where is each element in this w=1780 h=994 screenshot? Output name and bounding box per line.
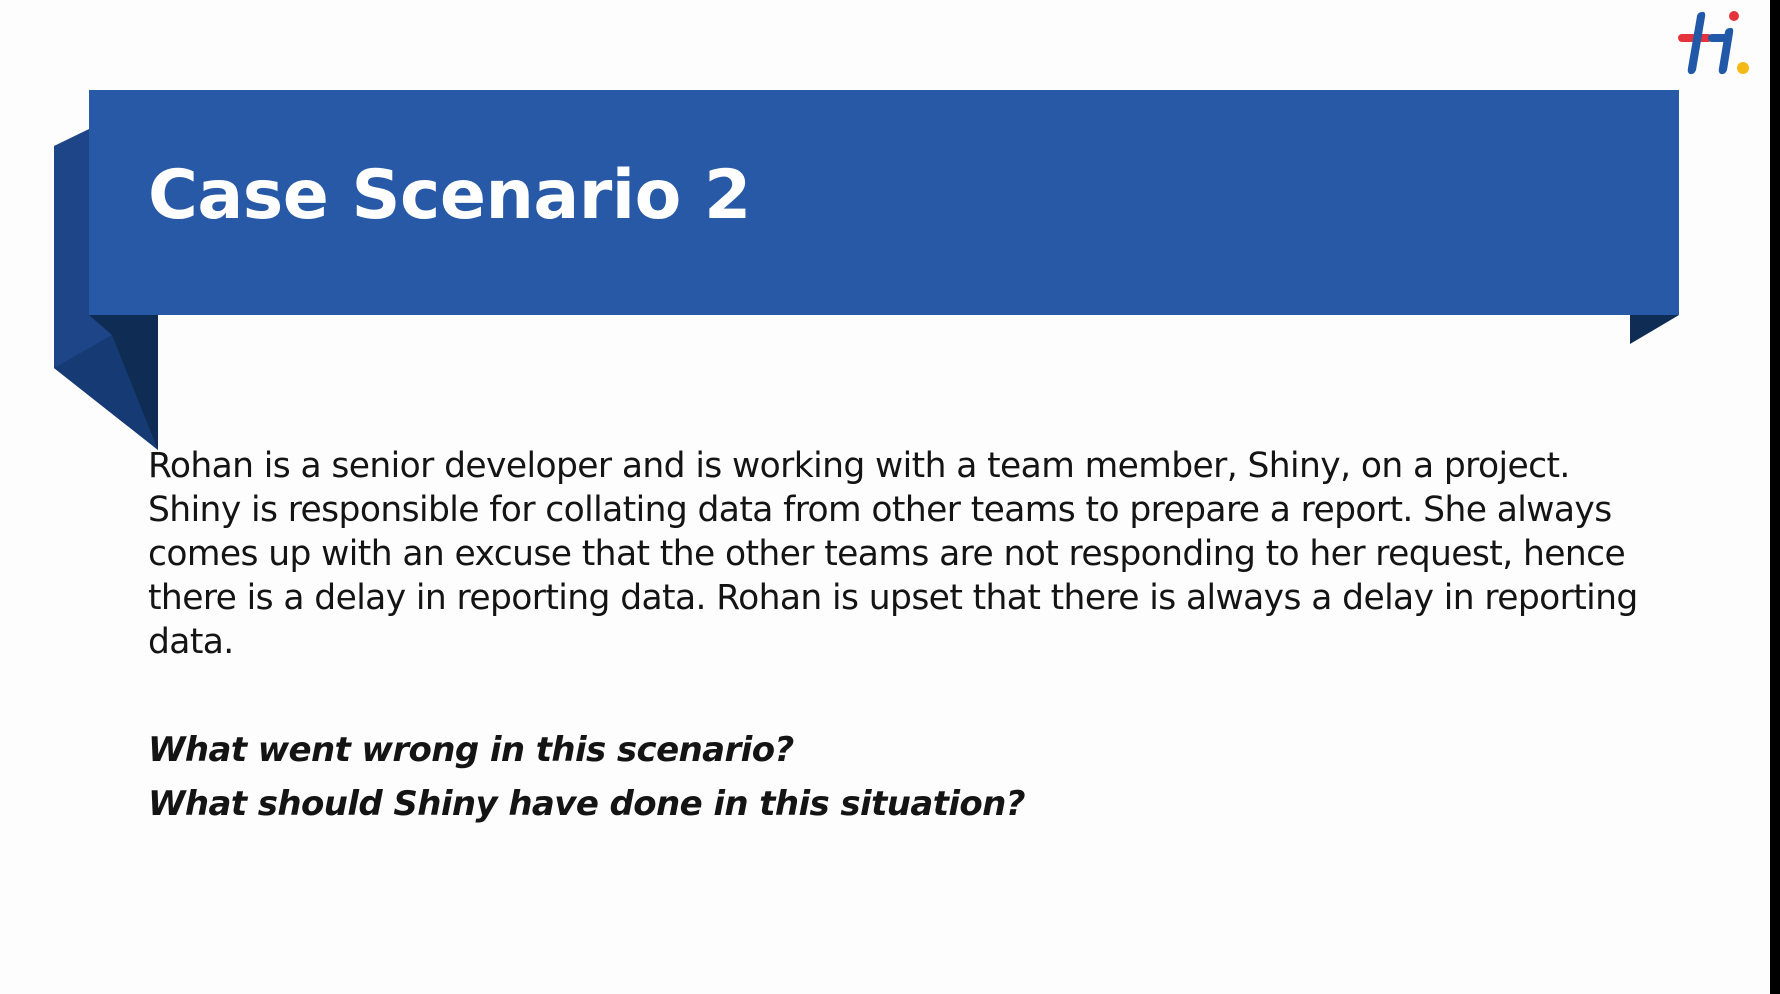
logo-red-dot	[1729, 11, 1739, 21]
page-title: Case Scenario 2	[148, 156, 751, 235]
logo-blue-stroke-1	[1687, 11, 1706, 75]
slide: Case Scenario 2 Rohan is a senior develo…	[0, 0, 1770, 994]
question-2: What should Shiny have done in this situ…	[148, 784, 1026, 824]
scenario-paragraph: Rohan is a senior developer and is worki…	[148, 446, 1638, 662]
logo-yellow-dot	[1737, 62, 1749, 74]
hi-logo-icon	[1678, 11, 1749, 75]
question-1: What went wrong in this scenario?	[148, 730, 794, 770]
ribbon-right-tail	[1630, 315, 1679, 344]
